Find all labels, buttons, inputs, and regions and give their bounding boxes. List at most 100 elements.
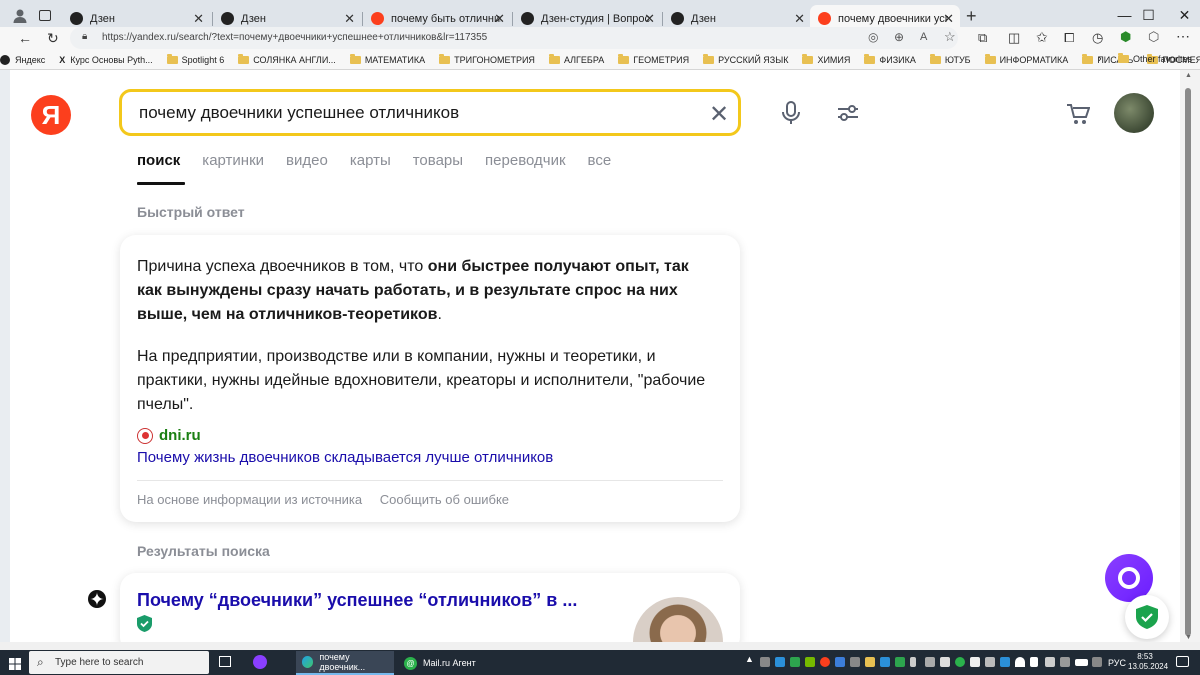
tray-yandex-icon[interactable]: [820, 657, 830, 667]
tray-app-icon[interactable]: [925, 657, 935, 667]
close-window-button[interactable]: ✕: [1162, 0, 1200, 30]
source-domain[interactable]: dni.ru: [159, 427, 201, 444]
close-tab-icon[interactable]: ✕: [943, 11, 954, 27]
protection-shield-icon[interactable]: [1125, 595, 1169, 639]
copilot-icon[interactable]: ⬡: [1148, 29, 1159, 45]
close-tab-icon[interactable]: ✕: [344, 11, 355, 27]
tray-app-icon[interactable]: [775, 657, 785, 667]
location-icon[interactable]: ◎: [868, 30, 878, 44]
result-thumbnail[interactable]: [633, 597, 723, 642]
bookmark-folder[interactable]: СОЛЯНКА АНГЛИ...: [238, 53, 336, 65]
tray-app-icon[interactable]: [1000, 657, 1010, 667]
user-avatar[interactable]: [1114, 93, 1154, 133]
tray-app-icon[interactable]: [850, 657, 860, 667]
scroll-down-arrow-icon[interactable]: ▼: [1185, 634, 1192, 641]
bookmark-folder[interactable]: Spotlight 6: [166, 53, 224, 65]
taskbar-app-mailru[interactable]: @ Mail.ru Агент: [398, 651, 488, 675]
alice-taskbar-icon[interactable]: [253, 655, 267, 669]
close-tab-icon[interactable]: ✕: [193, 11, 204, 27]
bookmark-folder[interactable]: РУССКИЙ ЯЗЫК: [703, 53, 788, 65]
scrollbar-thumb[interactable]: [1185, 88, 1191, 636]
source-link[interactable]: Почему жизнь двоечников складывается луч…: [137, 449, 553, 466]
search-box[interactable]: почему двоечники успешнее отличников ✕: [119, 89, 741, 136]
profile-icon[interactable]: [12, 8, 28, 24]
bookmark-folder[interactable]: ГЕОМЕТРИЯ: [618, 53, 689, 65]
based-on-source-link[interactable]: На основе информации из источника: [137, 492, 362, 507]
vpn-icon[interactable]: ⬢: [1120, 29, 1131, 45]
tray-app-icon[interactable]: [1060, 657, 1070, 667]
notifications-icon[interactable]: [1176, 656, 1189, 667]
new-tab-button[interactable]: +: [966, 6, 977, 27]
tray-app-icon[interactable]: [1092, 657, 1102, 667]
bookmark-yandex[interactable]: Яндекс: [0, 54, 45, 65]
taskbar-search-box[interactable]: ⌕ Type here to search: [29, 651, 209, 674]
tab-images[interactable]: картинки: [202, 152, 264, 169]
lock-icon[interactable]: 🔒︎: [82, 31, 87, 42]
tray-app-icon[interactable]: [880, 657, 890, 667]
bookmark-folder[interactable]: МАТЕМАТИКА: [349, 53, 425, 65]
zoom-icon[interactable]: ⊕: [894, 30, 904, 44]
tab-translator[interactable]: переводчик: [485, 152, 565, 169]
tray-app-icon[interactable]: [895, 657, 905, 667]
search-input[interactable]: почему двоечники успешнее отличников: [139, 103, 459, 123]
clock[interactable]: 8:53 13.05.2024: [1128, 652, 1168, 672]
tab-maps[interactable]: карты: [350, 152, 391, 169]
other-favorites[interactable]: Other favorites: [1118, 53, 1192, 64]
source-row[interactable]: dni.ru: [137, 427, 201, 444]
wifi-icon[interactable]: [1015, 657, 1025, 667]
close-tab-icon[interactable]: ✕: [644, 11, 655, 27]
taskbar-app-edge[interactable]: почему двоечник...: [296, 651, 394, 675]
tab-video[interactable]: видео: [286, 152, 328, 169]
url-text[interactable]: https://yandex.ru/search/?text=почему+дв…: [102, 32, 487, 43]
report-error-link[interactable]: Сообщить об ошибке: [380, 492, 509, 507]
close-tab-icon[interactable]: ✕: [494, 11, 505, 27]
tab-all[interactable]: все: [588, 152, 612, 169]
bookmark-folder[interactable]: ХИМИЯ: [802, 53, 850, 65]
filters-icon[interactable]: [836, 103, 860, 128]
volume-icon[interactable]: [1030, 657, 1038, 667]
tray-app-icon[interactable]: [760, 657, 770, 667]
tray-app-icon[interactable]: [835, 657, 845, 667]
tab-products[interactable]: товары: [413, 152, 463, 169]
menu-icon[interactable]: ⋯: [1176, 28, 1190, 45]
tray-app-icon[interactable]: [1045, 657, 1055, 667]
collections-icon[interactable]: ⧠: [1064, 30, 1074, 46]
scroll-up-arrow-icon[interactable]: ▲: [1185, 72, 1192, 79]
zen-icon[interactable]: [88, 590, 106, 613]
tray-microphone-icon[interactable]: [910, 657, 916, 667]
split-screen-icon[interactable]: ◫: [1008, 30, 1020, 46]
bookmark-python-course[interactable]: X Курс Основы Pyth...: [59, 55, 152, 65]
bookmark-folder[interactable]: ФИЗИКА: [864, 53, 916, 65]
history-icon[interactable]: ◷: [1092, 30, 1103, 46]
language-indicator[interactable]: РУС: [1108, 658, 1126, 668]
tray-mail-icon[interactable]: [970, 657, 980, 667]
tray-app-icon[interactable]: [805, 657, 815, 667]
back-icon[interactable]: ←: [18, 30, 32, 46]
taskbar-search-placeholder[interactable]: Type here to search: [55, 657, 143, 668]
tray-app-icon[interactable]: [940, 657, 950, 667]
chevron-right-icon[interactable]: ›: [1098, 53, 1102, 65]
tray-app-icon[interactable]: [955, 657, 965, 667]
windows-start-icon[interactable]: [9, 657, 21, 675]
tray-app-icon[interactable]: [985, 657, 995, 667]
bookmark-folder[interactable]: ИНФОРМАТИКА: [984, 53, 1068, 65]
bookmark-folder[interactable]: ЮТУБ: [929, 53, 971, 65]
bookmark-folder[interactable]: АЛГЕБРА: [548, 53, 604, 65]
tab-actions-icon[interactable]: [39, 10, 51, 21]
tray-app-icon[interactable]: [865, 657, 875, 667]
extensions-icon[interactable]: ⧉: [978, 30, 987, 46]
favorites-icon[interactable]: ✩: [1036, 29, 1048, 46]
close-tab-icon[interactable]: ✕: [794, 11, 805, 27]
battery-icon[interactable]: [1075, 659, 1088, 666]
address-bar[interactable]: 🔒︎ https://yandex.ru/search/?text=почему…: [70, 27, 958, 49]
clear-icon[interactable]: ✕: [709, 100, 729, 129]
refresh-icon[interactable]: ↻: [47, 30, 59, 47]
cart-icon[interactable]: [1066, 103, 1091, 130]
tray-chevron-icon[interactable]: ▲: [745, 654, 754, 664]
bookmark-folder[interactable]: ТРИГОНОМЕТРИЯ: [439, 53, 535, 65]
microphone-icon[interactable]: [781, 101, 801, 130]
favorite-star-icon[interactable]: ☆: [944, 29, 956, 45]
yandex-logo[interactable]: Я: [31, 95, 71, 135]
tray-app-icon[interactable]: [790, 657, 800, 667]
tab-search[interactable]: поиск: [137, 152, 180, 169]
